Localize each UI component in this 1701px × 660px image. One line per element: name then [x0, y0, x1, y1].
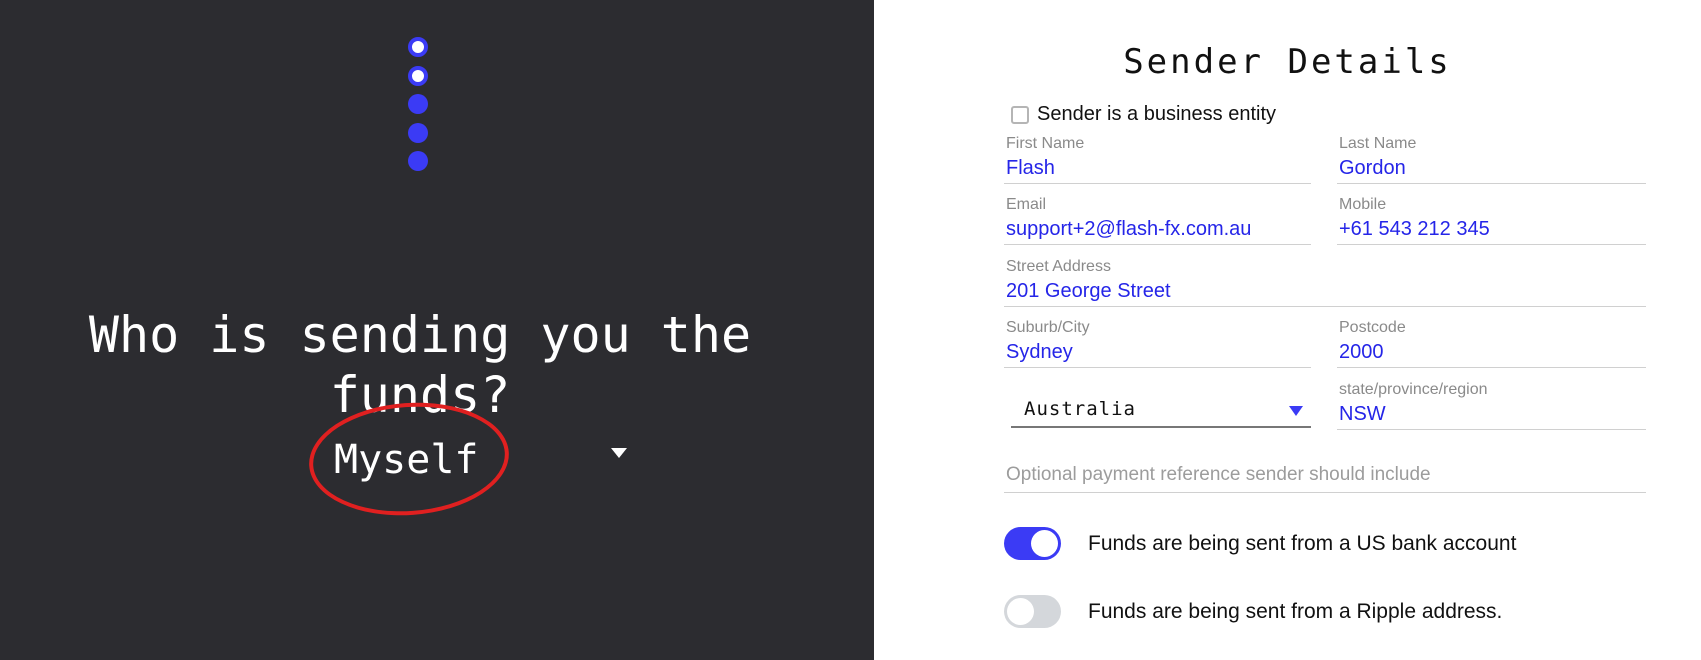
country-select[interactable]: Australia [1011, 396, 1311, 428]
field-underline [1004, 183, 1311, 184]
step-1-dot[interactable] [408, 37, 428, 57]
chevron-down-icon [1289, 406, 1303, 416]
payment-reference-placeholder: Optional payment reference sender should… [1006, 464, 1431, 485]
field-underline [1337, 244, 1646, 245]
field-underline [1337, 429, 1646, 430]
field-label: state/province/region [1339, 381, 1488, 398]
field-label: Email [1006, 196, 1047, 213]
payment-reference-field[interactable]: Optional payment reference sender should… [1004, 464, 1646, 494]
toggle-knob [1007, 598, 1034, 625]
ripple-toggle-label: Funds are being sent from a Ripple addre… [1088, 599, 1503, 623]
us-bank-toggle-row[interactable]: Funds are being sent from a US bank acco… [1004, 527, 1516, 560]
select-underline [1011, 426, 1311, 428]
first-name-input[interactable]: Flash [1006, 157, 1055, 180]
checkbox-box[interactable] [1011, 105, 1029, 124]
field-label: Suburb/City [1006, 319, 1090, 336]
sender-details-form: Sender Details Sender is a business enti… [874, 0, 1701, 660]
country-select-value: Australia [1024, 398, 1136, 420]
ripple-toggle[interactable] [1004, 595, 1061, 628]
step-2-dot[interactable] [408, 66, 428, 86]
email-input[interactable]: support+2@flash-fx.com.au [1006, 218, 1251, 241]
field-underline [1004, 492, 1646, 493]
suburb-city-field[interactable]: Suburb/City Sydney [1004, 319, 1311, 369]
business-entity-checkbox[interactable]: Sender is a business entity [1011, 103, 1276, 126]
street-address-input[interactable]: 201 George Street [1006, 280, 1171, 303]
field-underline [1337, 183, 1646, 184]
question-panel: Who is sending you the funds? Myself [0, 0, 874, 660]
mobile-input[interactable]: +61 543 212 345 [1339, 218, 1490, 241]
field-underline [1004, 244, 1311, 245]
last-name-input[interactable]: Gordon [1339, 157, 1406, 180]
region-field[interactable]: state/province/region NSW [1337, 381, 1646, 431]
field-label: Last Name [1339, 135, 1417, 152]
step-3-dot[interactable] [408, 94, 428, 114]
field-underline [1337, 367, 1646, 368]
field-label: Street Address [1006, 258, 1111, 275]
field-underline [1004, 367, 1311, 368]
email-field[interactable]: Email support+2@flash-fx.com.au [1004, 196, 1311, 246]
chevron-down-icon [611, 448, 627, 458]
street-address-field[interactable]: Street Address 201 George Street [1004, 258, 1646, 308]
step-5-dot[interactable] [408, 151, 428, 171]
mobile-field[interactable]: Mobile +61 543 212 345 [1337, 196, 1646, 246]
us-bank-toggle[interactable] [1004, 527, 1061, 560]
last-name-field[interactable]: Last Name Gordon [1337, 135, 1646, 185]
step-4-dot[interactable] [408, 123, 428, 143]
form-title: Sender Details [1123, 42, 1452, 82]
region-input[interactable]: NSW [1339, 403, 1386, 426]
us-bank-toggle-label: Funds are being sent from a US bank acco… [1088, 531, 1517, 555]
checkbox-label: Sender is a business entity [1037, 103, 1277, 125]
field-label: Mobile [1339, 196, 1387, 213]
toggle-knob [1031, 530, 1058, 557]
first-name-field[interactable]: First Name Flash [1004, 135, 1311, 185]
field-underline [1004, 306, 1646, 307]
ripple-toggle-row[interactable]: Funds are being sent from a Ripple addre… [1004, 595, 1502, 628]
field-label: Postcode [1339, 319, 1406, 336]
suburb-city-input[interactable]: Sydney [1006, 341, 1073, 364]
field-label: First Name [1006, 135, 1085, 152]
postcode-field[interactable]: Postcode 2000 [1337, 319, 1646, 369]
postcode-input[interactable]: 2000 [1339, 341, 1384, 364]
